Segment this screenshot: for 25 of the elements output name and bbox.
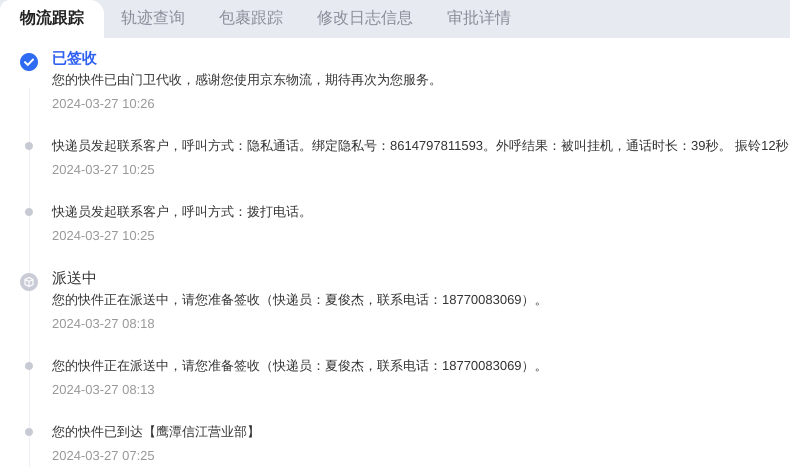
event-time: 2024-03-27 07:25: [52, 447, 156, 465]
timeline-dot: [25, 142, 33, 150]
timeline-dot: [25, 428, 33, 436]
tab[interactable]: 审批详情: [430, 0, 528, 38]
status-title: 已签收: [52, 49, 98, 69]
tab[interactable]: 物流跟踪: [0, 0, 104, 38]
box-icon: [20, 270, 38, 288]
event-time: 2024-03-27 08:13: [52, 381, 156, 399]
tab[interactable]: 包裹跟踪: [202, 0, 300, 38]
timeline-dot: [25, 362, 33, 370]
event-text: 快递员发起联系客户，呼叫方式：拨打电话。: [52, 203, 312, 221]
check-icon: [20, 50, 38, 68]
event-time: 2024-03-27 10:25: [52, 227, 156, 245]
event-text: 您的快件正在派送中，请您准备签收（快递员：夏俊杰，联系电话：18770083069）。: [52, 291, 548, 309]
timeline-dot: [25, 208, 33, 216]
event-text: 您的快件已由门卫代收，感谢您使用京东物流，期待再次为您服务。: [52, 71, 442, 89]
event-time: 2024-03-27 10:26: [52, 95, 156, 113]
event-time: 2024-03-27 08:18: [52, 315, 156, 333]
event-time: 2024-03-27 10:25: [52, 161, 156, 179]
status-title: 派送中: [52, 269, 98, 289]
tab[interactable]: 修改日志信息: [300, 0, 430, 38]
event-text: 快递员发起联系客户，呼叫方式：隐私通话。绑定隐私号：8614797811593。外呼结果：被叫挂机，通话时长：39秒。 振铃12秒: [52, 137, 789, 155]
tab[interactable]: 轨迹查询: [104, 0, 202, 38]
event-text: 您的快件已到达【鹰潭信江营业部】: [52, 423, 260, 441]
event-text: 您的快件正在派送中，请您准备签收（快递员：夏俊杰，联系电话：18770083069）。: [52, 357, 548, 375]
